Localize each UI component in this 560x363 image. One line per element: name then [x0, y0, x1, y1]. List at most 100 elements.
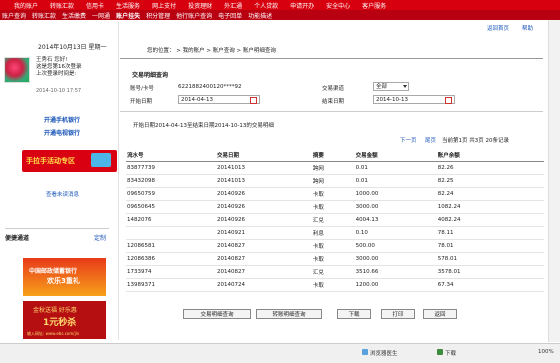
table-row: 20140921 利息 0.10 78.11 — [126, 226, 544, 240]
transaction-table: 流水号 交易日期 摘要 交易金额 账户余额 83877739 20141013 跨网… — [126, 149, 544, 292]
ad2-line1: 金秋送福 好乐惠 — [33, 307, 77, 314]
nav-loan[interactable]: 个人贷款 — [254, 1, 278, 10]
top-navigation: 我的账户 转账汇款 信用卡 生活服务 网上支付 投资理财 外汇通 个人贷款 申请… — [0, 0, 560, 20]
return-home-link[interactable]: 返回首页 — [487, 24, 509, 32]
ad1-line2: 欢乐3重礼 — [47, 277, 80, 285]
cell-date: 20140827 — [216, 239, 312, 253]
cell-balance: 82.25 — [436, 174, 544, 188]
last-login-time: 2014-10-10 17:57 — [36, 88, 82, 94]
cell-summary: 汇兑 — [311, 265, 355, 279]
nav-life-service[interactable]: 生活服务 — [116, 1, 140, 10]
next-page-link[interactable]: 下一页 — [400, 136, 417, 144]
cell-summary: 卡取 — [311, 278, 355, 292]
subnav-account-query[interactable]: 账户查询 — [2, 11, 26, 20]
subnav-e-receipt[interactable]: 电子回单 — [218, 11, 242, 20]
subnav-bill-payment[interactable]: 生活缴费 — [62, 11, 86, 20]
account-label: 账号/卡号 — [130, 86, 154, 92]
table-row: 09650645 20140926 卡取 3000.00 1082.24 — [126, 200, 544, 214]
vertical-scrollbar[interactable] — [548, 20, 560, 342]
calendar-icon[interactable] — [445, 97, 452, 104]
open-tv-banking-link[interactable]: 开通电视银行 — [44, 128, 80, 137]
cell-serial: 12086386 — [126, 252, 216, 266]
cell-amount: 3510.66 — [354, 265, 437, 279]
cell-date: 20141013 — [216, 174, 312, 188]
avatar — [4, 57, 30, 83]
cell-summary: 汇兑 — [311, 213, 355, 227]
cell-summary: 利息 — [311, 226, 355, 240]
cell-summary: 跨网 — [311, 174, 355, 188]
sidebar-divider — [5, 228, 109, 229]
unread-messages-link[interactable]: 查看未读消息 — [46, 190, 79, 198]
end-date-value: 2014-10-13 — [376, 97, 408, 103]
subnav-function-desc[interactable]: 功能描述 — [248, 11, 272, 20]
nav-my-account[interactable]: 我的账户 — [14, 1, 38, 10]
cell-serial: 83432098 — [126, 174, 216, 188]
nav-customer-service[interactable]: 客户服务 — [362, 1, 386, 10]
subnav-transfer[interactable]: 转账汇款 — [32, 11, 56, 20]
nav-security[interactable]: 安全中心 — [326, 1, 350, 10]
nav-forex[interactable]: 外汇通 — [224, 1, 242, 10]
open-mobile-banking-link[interactable]: 开通手机银行 — [44, 115, 80, 124]
cell-balance: 1082.24 — [436, 200, 544, 214]
subnav-other-bank[interactable]: 他行账户查询 — [176, 11, 212, 20]
ad-banner-postal[interactable]: 中国邮政储蓄银行 欢乐3重礼 — [23, 258, 106, 296]
start-date-input[interactable]: 2014-04-13 — [178, 95, 260, 104]
zoom-level[interactable]: 100% — [538, 349, 554, 355]
start-date-value: 2014-04-13 — [181, 97, 213, 103]
end-date-label: 结束日期 — [322, 99, 345, 105]
cell-balance: 78.01 — [436, 239, 544, 253]
cell-date: 20140827 — [216, 265, 312, 279]
cell-amount: 3000.00 — [354, 252, 437, 266]
nav-credit-card[interactable]: 信用卡 — [86, 1, 104, 10]
browser-doctor[interactable]: 浏览器医生 — [370, 349, 398, 357]
transfer-query-button[interactable]: 转账明细查询 — [256, 309, 322, 319]
cell-summary: 卡取 — [311, 252, 355, 266]
calendar-icon[interactable] — [250, 97, 257, 104]
query-title: 交易明细查询 — [132, 72, 169, 79]
content-divider — [118, 22, 119, 340]
query-divider — [120, 111, 543, 112]
user-greeting: 王秀石 您好! 这是您第16次登录 上次登录时间是: — [36, 57, 82, 78]
promo-banner[interactable]: 手拉手活动专区 — [22, 150, 117, 172]
cell-summary: 卡取 — [311, 187, 355, 201]
subnav-report-loss[interactable]: 账户挂失 — [116, 11, 140, 20]
last-page-link[interactable]: 尾页 — [425, 136, 436, 144]
col-serial: 流水号 — [126, 149, 216, 162]
nav-transfer[interactable]: 转账汇款 — [50, 1, 74, 10]
cell-date: 20141013 — [216, 161, 312, 175]
cell-serial: 09650645 — [126, 200, 216, 214]
cell-serial: 1733974 — [126, 265, 216, 279]
back-button[interactable]: 返回 — [423, 309, 457, 319]
ad2-line3: 输入网址: www.ebs.com/jin — [27, 331, 80, 336]
table-row: 1482076 20140926 汇兑 4004.13 4082.24 — [126, 213, 544, 227]
table-row: 83432098 20141013 跨网 0.01 82.25 — [126, 174, 544, 188]
primary-menu: 我的账户 转账汇款 信用卡 生活服务 网上支付 投资理财 外汇通 个人贷款 申请… — [0, 0, 386, 10]
customize-link[interactable]: 定制 — [94, 233, 106, 242]
cell-date: 20140926 — [216, 200, 312, 214]
help-link[interactable]: 帮助 — [522, 24, 533, 32]
nav-online-payment[interactable]: 网上支付 — [152, 1, 176, 10]
subnav-one-net[interactable]: 一网通 — [92, 11, 110, 20]
secondary-menu: 账户查询 转账汇款 生活缴费 一网通 账户挂失 积分管理 他行账户查询 电子回单… — [0, 10, 560, 20]
cell-amount: 4004.13 — [354, 213, 437, 227]
channel-label: 交易渠道 — [322, 86, 345, 92]
cell-balance: 4082.24 — [436, 213, 544, 227]
channel-select[interactable]: 全部 — [373, 82, 409, 91]
nav-investment[interactable]: 投资理财 — [188, 1, 212, 10]
end-date-input[interactable]: 2014-10-13 — [373, 95, 455, 104]
cell-serial: 12086581 — [126, 239, 216, 253]
col-balance: 账户余额 — [436, 149, 544, 162]
transaction-query-button[interactable]: 交易明细查询 — [183, 309, 251, 319]
subnav-points[interactable]: 积分管理 — [146, 11, 170, 20]
cell-balance: 78.11 — [436, 226, 544, 240]
login-count: 这是您第16次登录 — [36, 64, 82, 70]
print-button[interactable]: 打印 — [381, 309, 415, 319]
cell-date: 20140724 — [216, 278, 312, 292]
cell-summary: 跨网 — [311, 161, 355, 175]
table-row: 1733974 20140827 汇兑 3510.66 3578.01 — [126, 265, 544, 279]
download-status[interactable]: 下载 — [445, 349, 456, 357]
ad-banner-flash-sale[interactable]: 金秋送福 好乐惠 1元秒杀 输入网址: www.ebs.com/jin — [23, 301, 106, 339]
table-row: 13989371 20140724 卡取 1200.00 67.34 — [126, 278, 544, 292]
nav-apply[interactable]: 申请开办 — [290, 1, 314, 10]
download-button[interactable]: 下载 — [337, 309, 371, 319]
